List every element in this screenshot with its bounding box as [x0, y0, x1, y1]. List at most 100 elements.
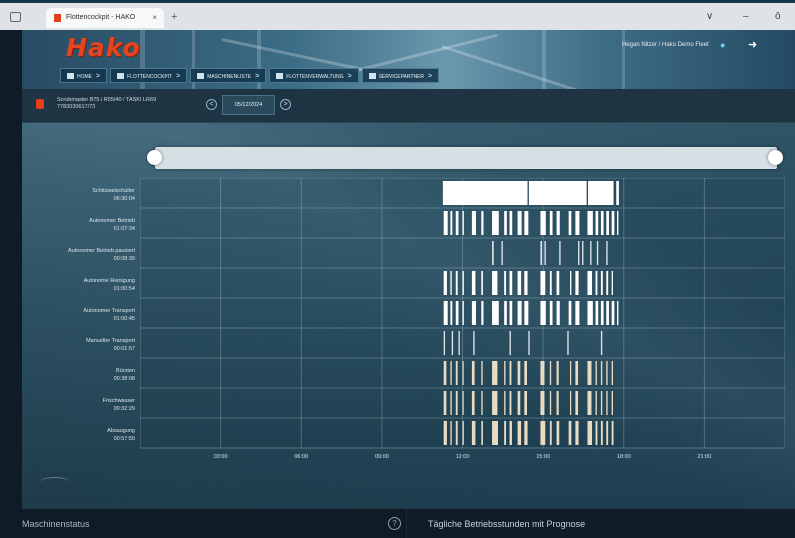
favicon-icon — [54, 14, 61, 22]
nav-item-home[interactable]: HOME > — [60, 68, 108, 83]
row-label: Frischwasser — [103, 398, 136, 404]
timeline-segment — [578, 241, 580, 265]
range-start-handle[interactable] — [147, 150, 162, 165]
close-window-button[interactable]: ō — [775, 11, 781, 22]
timeline-segment — [455, 361, 458, 385]
machine-status-title: Maschinenstatus — [22, 519, 90, 529]
timeline-segment — [492, 211, 499, 235]
timeline-segment — [455, 211, 459, 235]
range-end-handle[interactable] — [768, 150, 783, 165]
timeline-segment — [471, 421, 476, 445]
tab-title: Flottencockpit - HAKO — [66, 14, 136, 21]
timeline-segment — [556, 421, 560, 445]
timeline-segment — [600, 331, 603, 355]
machine-name: Scrubmaster B75 i R55/40 / TASKI LR69 77… — [57, 97, 156, 111]
timeline-segment — [524, 301, 529, 325]
tab-close-icon[interactable]: × — [152, 13, 157, 22]
timeline-segment — [575, 391, 579, 415]
timeline-segment — [462, 271, 464, 295]
list-icon — [197, 73, 205, 79]
timeline-segment — [600, 301, 604, 325]
timeline-segment — [492, 271, 498, 295]
x-tick-label: 21:00 — [697, 454, 711, 460]
nav-item-flottenverwaltung[interactable]: FLOTTENVERWALTUNG > — [269, 68, 359, 83]
machine-status-panel: Maschinenstatus ? — [22, 509, 407, 538]
timeline-segment — [606, 361, 608, 385]
timeline-segment — [600, 361, 603, 385]
timeline-segment — [481, 361, 483, 385]
timeline-segment — [600, 271, 603, 295]
timeline-segment — [504, 421, 507, 445]
timeline-segment — [556, 271, 560, 295]
timeline-segment — [509, 421, 512, 445]
previous-day-button[interactable]: < — [206, 99, 217, 110]
date-picker[interactable]: 05/12/2024 — [222, 95, 275, 115]
timeline-segment — [595, 421, 598, 445]
timeline-segment — [559, 241, 561, 265]
row-duration: 01:00:54 — [114, 286, 135, 292]
timeline-segment — [524, 211, 529, 235]
timeline-segment — [570, 271, 572, 295]
new-tab-button[interactable]: + — [171, 11, 177, 23]
timeline-segment — [517, 211, 522, 235]
help-icon[interactable]: ? — [388, 517, 401, 530]
row-label: Autonomer Betrieb pausiert — [68, 248, 135, 254]
timeline-segment — [617, 211, 619, 235]
timeline-segment — [570, 391, 572, 415]
timeline-segment — [582, 241, 584, 265]
logout-icon[interactable]: ➜ — [748, 38, 757, 51]
window-dropdown-icon[interactable]: ∨ — [706, 11, 713, 22]
row-label: Absaugung — [107, 428, 135, 434]
timeline-segment — [443, 331, 446, 355]
timeline-segment — [606, 211, 609, 235]
main-navigation: HOME > FLOTTENCOCKPIT > MASCHINENLISTE > FL… — [60, 68, 440, 83]
timeline-segment — [528, 331, 530, 355]
timeline-segment — [595, 301, 599, 325]
nav-item-maschinenliste[interactable]: MASCHINENLISTE > — [190, 68, 267, 83]
timeline-segment — [540, 421, 546, 445]
minimize-button[interactable]: – — [743, 11, 749, 22]
timeline-segment — [544, 241, 546, 265]
timeline-segment — [524, 391, 527, 415]
timeline-segment — [575, 421, 579, 445]
row-duration: 00:08:39 — [114, 256, 135, 262]
timeline-segment — [462, 211, 464, 235]
hako-logo[interactable]: Hako — [66, 33, 141, 62]
timeline-segment — [567, 331, 569, 355]
x-tick-label: 06:00 — [294, 454, 308, 460]
timeline-segment — [575, 211, 580, 235]
timeline-row-labels: Schlüsselschalter 06:30:04 Autonomer Betri… — [68, 188, 136, 442]
nav-item-flottencockpit[interactable]: FLOTTENCOCKPIT > — [110, 68, 188, 83]
timeline-segment — [504, 271, 507, 295]
timeline-segment — [606, 391, 608, 415]
timeline-segment — [471, 211, 476, 235]
timeline-segment — [517, 301, 522, 325]
timeline-segment — [587, 391, 592, 415]
timeline-segment — [606, 241, 608, 265]
timeline-segment — [617, 301, 619, 325]
banner-decoration — [622, 30, 625, 89]
timeline-segment — [600, 391, 603, 415]
timeline-segment — [450, 361, 452, 385]
x-tick-label: 03:00 — [214, 454, 228, 460]
timeline-segment — [595, 211, 599, 235]
nav-item-servicepartner[interactable]: SERVICEPARTNER > — [361, 68, 440, 83]
row-duration: 01:07:34 — [114, 226, 135, 232]
timeline-segment — [556, 211, 560, 235]
browser-tab[interactable]: Flottencockpit - HAKO × — [46, 8, 164, 28]
machine-bar: Scrubmaster B75 i R55/40 / TASKI LR69 77… — [22, 89, 795, 123]
timeline-segment — [595, 271, 598, 295]
machine-serial: 7783030617/73 — [57, 104, 96, 110]
machine-model: Scrubmaster B75 i R55/40 / TASKI LR69 — [57, 97, 157, 103]
timeline-segment — [455, 391, 458, 415]
user-name-link[interactable]: Hegan Nitzer / Hako Demo Fleet — [622, 42, 709, 48]
timeline-segment — [595, 361, 597, 385]
next-day-button[interactable]: > — [280, 99, 291, 110]
user-info-icon[interactable]: ● — [720, 40, 725, 50]
sidebar-toggle-icon[interactable] — [10, 12, 21, 22]
timeline-segment — [443, 301, 448, 325]
row-duration: 06:30:04 — [114, 196, 135, 202]
timeline-segment — [549, 391, 552, 415]
timeline-segment — [587, 301, 593, 325]
time-range-slider[interactable] — [155, 147, 777, 169]
